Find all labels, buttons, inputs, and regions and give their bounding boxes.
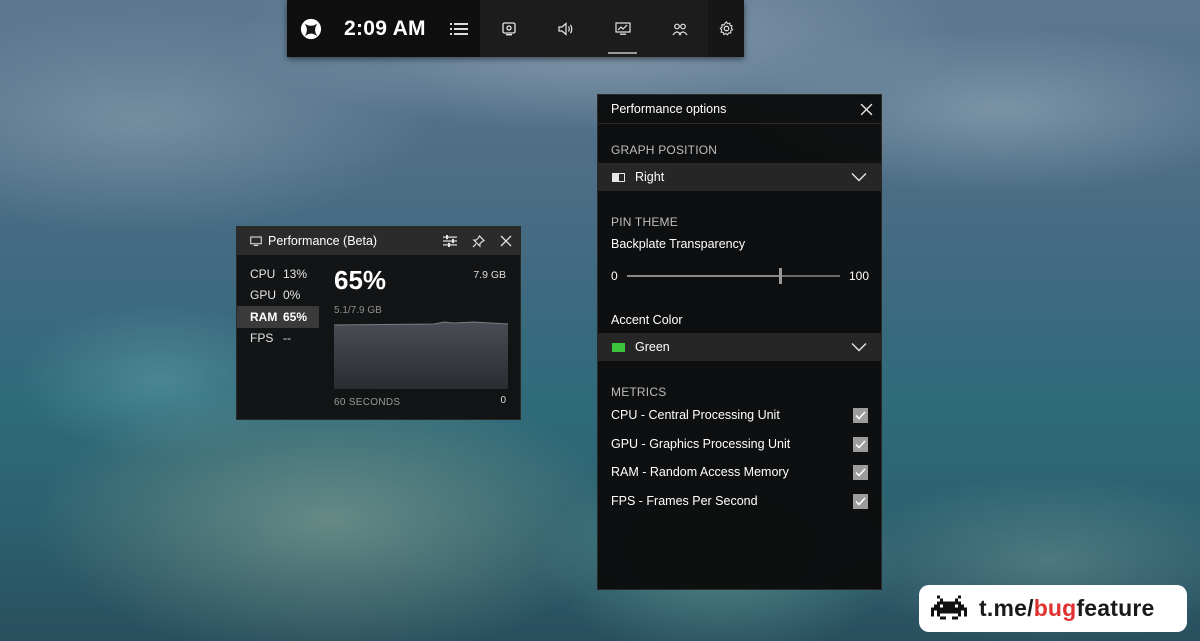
metric-ram[interactable]: RAM 65% (237, 306, 319, 328)
metric-option-label: CPU - Central Processing Unit (611, 408, 780, 422)
metric-name: RAM (250, 309, 278, 324)
performance-icon (614, 21, 631, 35)
sliders-icon (443, 235, 457, 247)
accent-color-value: Green (635, 340, 670, 354)
gear-icon (719, 21, 733, 36)
metric-option-cpu[interactable]: CPU - Central Processing Unit (611, 406, 868, 424)
performance-options-panel: Performance options GRAPH POSITION Right… (597, 94, 882, 590)
xbox-social-icon (672, 23, 687, 35)
metric-name: FPS (250, 331, 274, 346)
checkmark-icon (855, 410, 866, 420)
capture-icon (501, 21, 516, 35)
metric-option-label: FPS - Frames Per Second (611, 494, 758, 508)
capture-button[interactable] (480, 0, 537, 57)
graph-position-icon (612, 172, 625, 182)
metric-gpu[interactable]: GPU 0% (237, 285, 319, 307)
game-bar-home: 2:09 AM (287, 0, 480, 57)
checkbox[interactable] (853, 407, 868, 423)
graph-position-value: Right (635, 170, 665, 184)
performance-options-header: Performance options (598, 95, 881, 124)
slider-min-label: 0 (611, 269, 618, 283)
chevron-down-icon (851, 343, 867, 352)
close-options-button[interactable] (851, 95, 881, 124)
close-icon (500, 235, 512, 247)
graph-min-label: 0 (500, 395, 506, 406)
audio-button[interactable] (537, 0, 594, 57)
checkbox[interactable] (853, 464, 868, 480)
accent-color-label: Accent Color (611, 313, 683, 327)
performance-button[interactable] (594, 0, 651, 57)
audio-icon (557, 21, 572, 36)
transparency-slider[interactable]: 0 100 (611, 268, 869, 284)
pin-icon (472, 234, 485, 247)
close-widget-button[interactable] (492, 227, 520, 255)
backplate-transparency-label: Backplate Transparency (611, 237, 746, 251)
watermark-prefix: t.me/ (979, 595, 1034, 621)
slider-thumb[interactable] (779, 268, 783, 284)
metric-value: 65% (283, 309, 308, 324)
usage-graph (334, 321, 508, 389)
accent-color-swatch (612, 342, 625, 352)
watermark-badge: t.me/bugfeature (919, 585, 1187, 632)
graph-position-heading: GRAPH POSITION (611, 143, 718, 157)
graph-position-dropdown[interactable]: Right (598, 163, 881, 191)
metric-value: -- (283, 331, 291, 346)
selected-metric-value: 65% (334, 265, 387, 295)
performance-widget-title: Performance (Beta) (268, 234, 378, 248)
slider-max-label: 100 (848, 269, 869, 283)
metric-value: 0% (283, 288, 301, 303)
metric-option-label: GPU - Graphics Processing Unit (611, 437, 791, 451)
checkbox[interactable] (853, 493, 868, 509)
metrics-heading: METRICS (611, 385, 667, 399)
performance-options-button[interactable] (436, 227, 464, 255)
slider-track[interactable] (626, 268, 840, 284)
total-memory: 7.9 GB (473, 269, 506, 281)
watermark-text: t.me/bugfeature (979, 595, 1155, 622)
chevron-down-icon (851, 173, 867, 182)
performance-options-title: Performance options (611, 102, 727, 116)
checkmark-icon (855, 439, 866, 449)
widget-menu-icon[interactable] (450, 22, 468, 36)
pin-button[interactable] (464, 227, 492, 255)
metric-option-gpu[interactable]: GPU - Graphics Processing Unit (611, 435, 868, 453)
metric-fps[interactable]: FPS -- (237, 328, 319, 350)
checkbox[interactable] (853, 436, 868, 452)
metric-list: CPU 13% GPU 0% RAM 65% FPS -- (237, 263, 319, 349)
xbox-logo-icon[interactable] (300, 18, 322, 40)
performance-icon (250, 235, 262, 246)
clock-time: 2:09 AM (344, 16, 426, 40)
checkmark-icon (855, 496, 866, 506)
metric-value: 13% (283, 266, 308, 281)
memory-used: 5.1/7.9 GB (334, 305, 382, 316)
metric-option-label: RAM - Random Access Memory (611, 465, 789, 479)
performance-widget-header[interactable]: Performance (Beta) (237, 227, 520, 255)
metric-cpu[interactable]: CPU 13% (237, 263, 319, 285)
performance-widget: Performance (Beta) CPU 13% GPU 0% RAM 65… (236, 226, 521, 420)
xbox-social-button[interactable] (651, 0, 708, 57)
metric-name: CPU (250, 266, 276, 281)
usage-area (334, 322, 508, 389)
metric-name: GPU (250, 288, 277, 303)
pin-theme-heading: PIN THEME (611, 215, 678, 229)
settings-button[interactable] (708, 0, 744, 57)
space-invader-icon (931, 595, 967, 619)
game-bar-widgets (480, 0, 708, 57)
watermark-suffix: feature (1076, 595, 1155, 621)
checkmark-icon (855, 467, 866, 477)
close-icon (860, 103, 872, 115)
accent-color-dropdown[interactable]: Green (598, 333, 881, 361)
watermark-highlight: bug (1033, 595, 1077, 621)
metric-option-fps[interactable]: FPS - Frames Per Second (611, 492, 868, 510)
graph-time-label: 60 SECONDS (334, 397, 401, 408)
slider-fill (626, 275, 781, 277)
metric-option-ram[interactable]: RAM - Random Access Memory (611, 463, 868, 481)
game-bar: 2:09 AM (287, 0, 744, 57)
